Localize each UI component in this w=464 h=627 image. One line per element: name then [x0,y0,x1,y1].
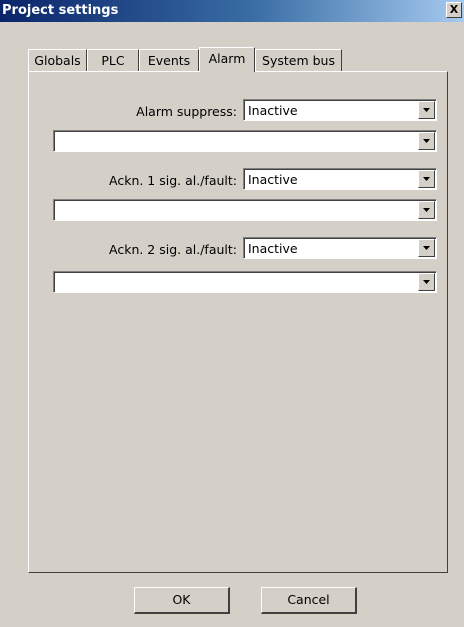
chevron-down-icon [423,177,430,181]
title-bar: Project settings X [0,0,464,22]
tab-label-system-bus: System bus [262,53,335,68]
alarm-suppress-dropdown-button[interactable] [418,101,435,119]
tab-globals[interactable]: Globals [28,49,87,71]
ackn-2-label: Ackn. 2 sig. al./fault: [109,242,237,257]
ackn-2-select[interactable]: Inactive [243,237,437,259]
cancel-button[interactable]: Cancel [261,587,357,614]
ackn-1-label: Ackn. 1 sig. al./fault: [109,173,237,188]
tab-label-alarm: Alarm [208,51,246,66]
alarm-panel: Alarm suppress: Inactive Ackn. 1 sig. al… [28,71,448,573]
chevron-down-icon [423,208,430,212]
ackn-2-dropdown-button[interactable] [418,239,435,257]
alarm-suppress-select[interactable]: Inactive [243,99,437,121]
chevron-down-icon [423,139,430,143]
ackn-1-select[interactable]: Inactive [243,168,437,190]
ackn-1-expression-select[interactable] [53,199,437,221]
alarm-suppress-expression-select[interactable] [53,130,437,152]
ackn-2-value: Inactive [248,241,298,256]
alarm-suppress-value: Inactive [248,103,298,118]
chevron-down-icon [423,108,430,112]
alarm-suppress-expression-dropdown-button[interactable] [418,132,435,150]
tab-plc[interactable]: PLC [87,49,139,71]
ackn-1-expression-dropdown-button[interactable] [418,201,435,219]
ok-button[interactable]: OK [134,587,230,614]
tab-alarm[interactable]: Alarm [199,47,255,72]
ackn-1-value: Inactive [248,172,298,187]
close-icon: X [449,3,459,16]
cancel-button-label: Cancel [287,592,330,607]
ackn-2-expression-dropdown-button[interactable] [418,273,435,291]
ok-button-label: OK [172,592,191,607]
close-button[interactable]: X [446,2,462,18]
chevron-down-icon [423,280,430,284]
chevron-down-icon [423,246,430,250]
ackn-2-expression-select[interactable] [53,271,437,293]
tab-label-plc: PLC [101,53,125,68]
tab-label-events: Events [147,53,191,68]
tab-label-globals: Globals [34,53,81,68]
tab-events[interactable]: Events [139,49,199,71]
alarm-suppress-label: Alarm suppress: [136,104,237,119]
ackn-1-dropdown-button[interactable] [418,170,435,188]
window-title: Project settings [2,3,119,18]
tab-system-bus[interactable]: System bus [255,49,342,71]
